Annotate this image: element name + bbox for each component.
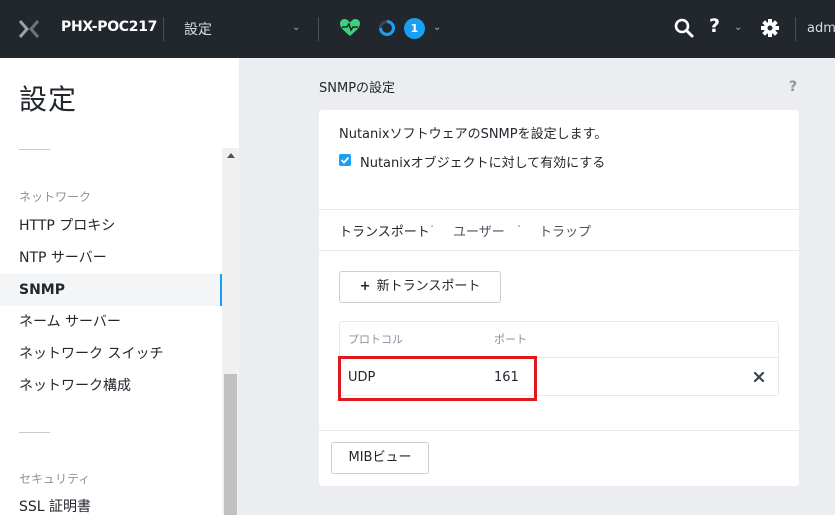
sidebar-divider [19,149,50,150]
sidebar-item-ssl-certificate[interactable]: SSL 証明書 [0,491,222,515]
help-icon[interactable]: ? [789,79,797,95]
sidebar-divider [19,432,50,433]
sidebar-item-network-config[interactable]: ネットワーク構成 [0,370,222,402]
sidebar-section-security: セキュリティ [19,472,91,486]
sidebar-title: 設定 [19,83,78,116]
topbar-divider [795,17,796,41]
delete-x-icon[interactable] [753,371,765,383]
question-icon[interactable]: ? [709,15,720,37]
sidebar-section-network: ネットワーク [19,190,92,204]
mib-view-button[interactable]: MIBビュー [331,442,429,474]
checkmark-icon [340,156,350,164]
sidebar-item-http-proxy[interactable]: HTTP プロキシ [0,210,222,242]
new-transport-button[interactable]: + 新トランスポート [339,271,501,303]
gear-icon[interactable] [759,17,781,39]
cluster-name[interactable]: PHX-POC217 [61,19,157,35]
nutanix-logo-icon[interactable] [18,19,40,39]
tab-separator: · [517,220,522,235]
enable-snmp-label[interactable]: Nutanixオブジェクトに対して有効にする [360,152,605,171]
tab-separator: · [430,220,435,235]
column-header-port: ポート [494,333,527,346]
tab-traps[interactable]: トラップ [539,221,591,240]
highlight-box [338,356,537,401]
snmp-description: NutanixソフトウェアのSNMPを設定します。 [339,127,608,142]
user-menu[interactable]: adm [807,21,835,36]
chevron-down-icon[interactable]: ⌄ [734,22,742,33]
chevron-down-icon[interactable]: ⌄ [292,22,300,33]
alert-count-badge[interactable]: 1 [404,18,425,39]
chevron-down-icon[interactable]: ⌄ [433,22,441,33]
heart-pulse-icon[interactable] [339,18,361,38]
column-header-protocol: プロトコル [348,333,403,346]
snmp-settings-card: NutanixソフトウェアのSNMPを設定します。 Nutanixオブジェクトに… [319,110,799,486]
search-icon[interactable] [673,17,695,39]
breadcrumb[interactable]: 設定 [184,19,212,39]
new-transport-label: 新トランスポート [376,279,481,294]
settings-sidebar: 設定 ネットワーク HTTP プロキシ NTP サーバー SNMP ネーム サー… [0,58,239,515]
topbar-divider [163,17,164,41]
topbar-divider [318,17,319,41]
card-divider [319,209,799,210]
task-ring-icon[interactable] [378,19,396,37]
scroll-up-arrow-icon[interactable] [227,153,235,158]
top-navigation-bar: PHX-POC217 設定 ⌄ 1 ⌄ ? ⌄ adm [0,0,835,58]
enable-snmp-checkbox[interactable] [339,154,351,166]
page-title: SNMPの設定 [319,81,396,96]
sidebar-scrollbar[interactable] [222,148,239,515]
sidebar-item-network-switch[interactable]: ネットワーク スイッチ [0,338,222,370]
sidebar-item-name-servers[interactable]: ネーム サーバー [0,306,222,338]
card-divider [319,250,799,251]
tab-users[interactable]: ユーザー [453,221,505,240]
scrollbar-thumb[interactable] [224,374,237,515]
sidebar-item-ntp-servers[interactable]: NTP サーバー [0,242,222,274]
card-divider [319,430,799,431]
sidebar-item-snmp[interactable]: SNMP [0,274,222,306]
plus-icon: + [359,279,371,294]
tab-transport[interactable]: トランスポート [339,221,430,240]
